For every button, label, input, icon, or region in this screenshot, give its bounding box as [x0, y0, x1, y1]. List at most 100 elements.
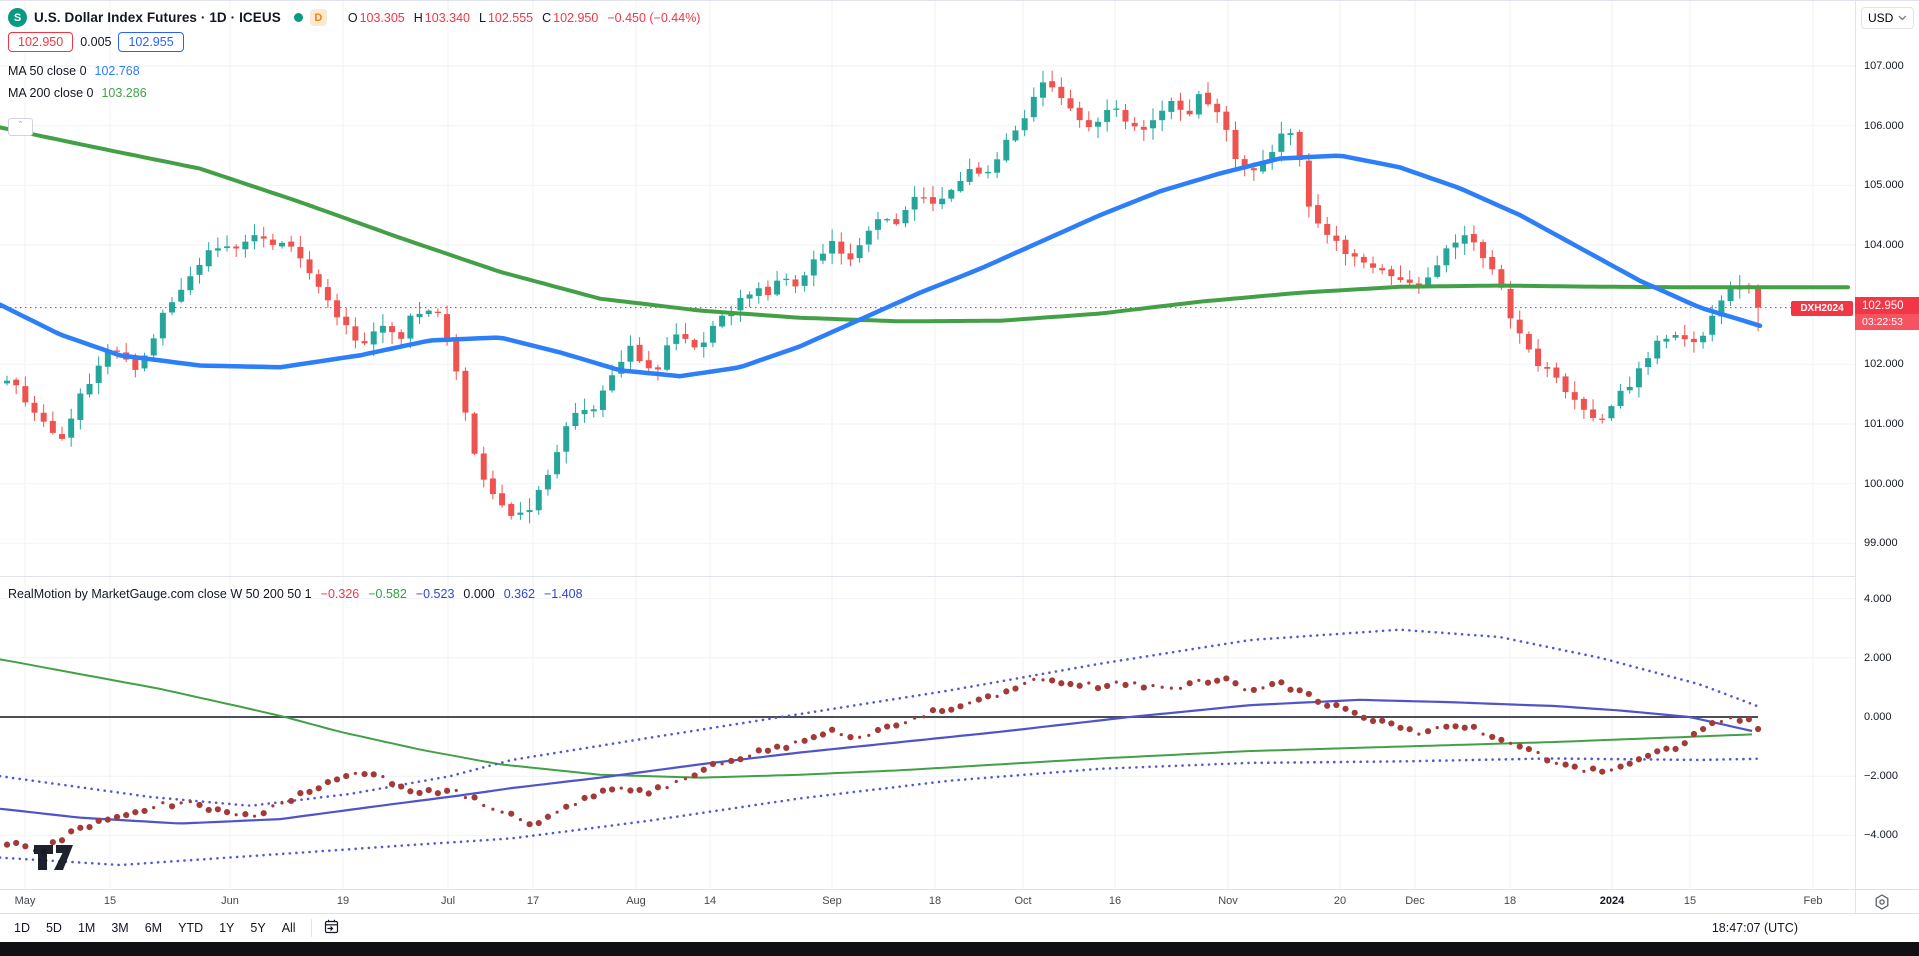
- scale-label: −4.000: [1864, 829, 1898, 841]
- range-button-1y[interactable]: 1Y: [211, 918, 242, 938]
- time-axis-label: 14: [704, 895, 716, 907]
- price-chart-svg: [0, 1, 1855, 913]
- taskbar-strip: [0, 941, 1919, 956]
- realmotion-value: 0.000: [463, 587, 494, 601]
- symbol-title[interactable]: U.S. Dollar Index Futures · 1D · ICEUS: [34, 10, 281, 25]
- scale-label: 107.000: [1864, 60, 1904, 72]
- ma-legend-row[interactable]: MA 200 close 0 103.286: [8, 86, 147, 100]
- time-axis-label: 18: [929, 895, 941, 907]
- realmotion-value: −1.408: [544, 587, 583, 601]
- tradingview-chart-app: S U.S. Dollar Index Futures · 1D · ICEUS…: [0, 0, 1919, 955]
- realmotion-value: 0.362: [504, 587, 535, 601]
- realmotion-legend[interactable]: RealMotion by MarketGauge.com close W 50…: [8, 587, 583, 601]
- time-axis-label: Dec: [1405, 895, 1425, 907]
- scale-label: 0.000: [1864, 711, 1892, 723]
- open-label: O: [348, 11, 358, 25]
- scale-label: 99.000: [1864, 537, 1898, 549]
- scale-label: 106.000: [1864, 120, 1904, 132]
- calendar-icon: [323, 918, 340, 935]
- toolbar-divider: [311, 919, 312, 937]
- close-value: 102.950: [553, 11, 598, 25]
- range-button-ytd[interactable]: YTD: [170, 918, 211, 938]
- currency-dropdown-button[interactable]: USD: [1861, 7, 1914, 29]
- candles-group: [4, 71, 1761, 524]
- chevron-down-icon: [1898, 15, 1907, 21]
- open-value: 103.305: [360, 11, 405, 25]
- realmotion-values: −0.326 −0.582 −0.523 0.000 0.362 −1.408: [321, 587, 583, 601]
- time-axis-label: Feb: [1804, 895, 1823, 907]
- scale-label: −2.000: [1864, 770, 1898, 782]
- close-label: C: [542, 11, 551, 25]
- scale-label: 2.000: [1864, 652, 1892, 664]
- scale-label: 101.000: [1864, 418, 1904, 430]
- low-label: L: [479, 11, 486, 25]
- last-price-value: 102.950: [1855, 297, 1919, 314]
- currency-label: USD: [1868, 11, 1893, 25]
- bid-ask-row: 102.950 0.005 102.955: [8, 32, 184, 52]
- sell-bid-button[interactable]: 102.950: [8, 32, 73, 52]
- time-axis-label: 20: [1334, 895, 1346, 907]
- buy-ask-button[interactable]: 102.955: [118, 32, 183, 52]
- ma-label: MA 200 close 0: [8, 86, 93, 100]
- time-axis-label: Oct: [1014, 895, 1031, 907]
- time-axis-label: Jun: [221, 895, 239, 907]
- range-button-5d[interactable]: 5D: [38, 918, 70, 938]
- pane-separator[interactable]: [0, 576, 1919, 577]
- time-axis-label: 17: [527, 895, 539, 907]
- scale-label: 102.000: [1864, 358, 1904, 370]
- price-scale[interactable]: 107.000 106.000 105.000 104.000 102.000 101.0…: [1855, 1, 1919, 889]
- scale-label: 100.000: [1864, 478, 1904, 490]
- bar-countdown: 03:22:53: [1855, 314, 1919, 330]
- time-axis-label: Nov: [1218, 895, 1238, 907]
- realmotion-value: −0.582: [368, 587, 407, 601]
- high-value: 103.340: [425, 11, 470, 25]
- realmotion-label: RealMotion by MarketGauge.com close W 50…: [8, 587, 312, 601]
- realmotion-value: −0.523: [416, 587, 455, 601]
- scale-label: 104.000: [1864, 239, 1904, 251]
- ma-legend: MA 50 close 0102.768 MA 200 close 0 103.28…: [8, 64, 147, 108]
- range-button-1d[interactable]: 1D: [6, 918, 38, 938]
- tradingview-logo-icon[interactable]: [14, 839, 96, 875]
- time-axis-label: 15: [1684, 895, 1696, 907]
- scale-label: 4.000: [1864, 593, 1892, 605]
- go-to-date-button[interactable]: [319, 916, 344, 940]
- ma-legend-row[interactable]: MA 50 close 0102.768: [8, 64, 147, 78]
- time-axis-label: Sep: [822, 895, 842, 907]
- time-axis-label: 16: [1109, 895, 1121, 907]
- ohlc-values: O103.305 H103.340 L102.555 C102.950 −0.4…: [348, 11, 701, 25]
- change-value: −0.450 (−0.44%): [607, 11, 700, 25]
- range-button-5y[interactable]: 5Y: [242, 918, 273, 938]
- scale-label: 105.000: [1864, 179, 1904, 191]
- gridlines: [0, 1, 1855, 889]
- realmotion-value: −0.326: [321, 587, 360, 601]
- spread-value: 0.005: [80, 35, 111, 49]
- time-axis-label: Jul: [441, 895, 455, 907]
- realmotion-indicator-group: [0, 630, 1761, 865]
- date-range-buttons: 1D5D1M3M6MYTD1Y5YAll: [6, 914, 344, 942]
- delayed-data-badge[interactable]: D: [310, 9, 327, 26]
- time-axis-label: Aug: [626, 895, 646, 907]
- bottom-toolbar: 1D5D1M3M6MYTD1Y5YAll 18:47:07 (UTC): [0, 913, 1919, 942]
- range-button-6m[interactable]: 6M: [137, 918, 170, 938]
- axis-corner-divider: [1855, 890, 1856, 914]
- high-label: H: [414, 11, 423, 25]
- chart-header: S U.S. Dollar Index Futures · 1D · ICEUS…: [8, 8, 700, 27]
- time-axis[interactable]: May 15 Jun 19 Jul 17 Aug 14 Sep 18 Oct 16 Nov 20 Dec 18…: [0, 889, 1919, 914]
- clock-utc[interactable]: 18:47:07 (UTC): [1712, 921, 1798, 935]
- range-button-1m[interactable]: 1M: [70, 918, 103, 938]
- time-axis-label: May: [15, 895, 36, 907]
- contract-tag: DXH2024: [1791, 301, 1853, 316]
- symbol-logo-icon[interactable]: S: [8, 8, 27, 27]
- time-axis-label: 19: [337, 895, 349, 907]
- time-axis-label: 18: [1504, 895, 1516, 907]
- axis-settings-gear-icon[interactable]: [1873, 893, 1891, 911]
- collapse-legend-button[interactable]: ˆ: [8, 118, 33, 136]
- low-value: 102.555: [488, 11, 533, 25]
- time-axis-label: 15: [104, 895, 116, 907]
- range-button-3m[interactable]: 3M: [103, 918, 136, 938]
- range-button-all[interactable]: All: [274, 918, 304, 938]
- market-status-dot-icon: [294, 13, 303, 22]
- ma-value: 102.768: [95, 64, 140, 78]
- ma-value: 103.286: [101, 86, 146, 100]
- last-price-label: 102.950 03:22:53: [1855, 297, 1919, 330]
